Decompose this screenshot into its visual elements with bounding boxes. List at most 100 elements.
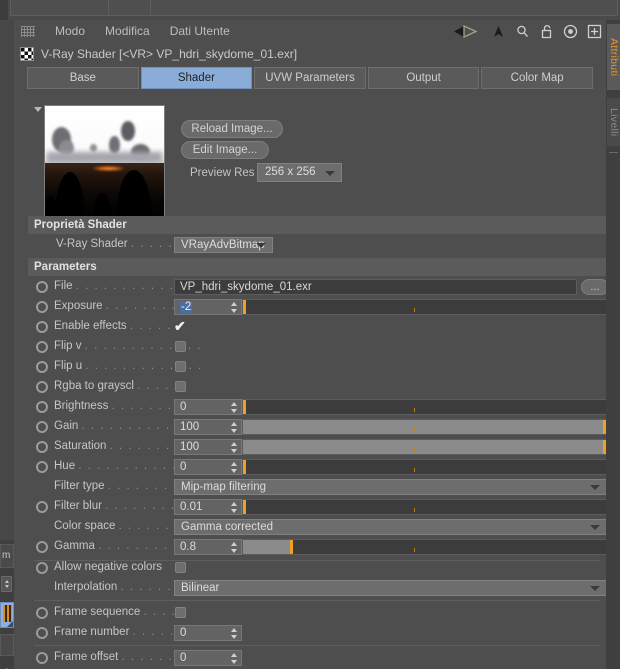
left-edge-field[interactable]: m (0, 544, 14, 568)
chevron-down-icon (325, 170, 335, 176)
flip-v-keyframe-icon[interactable] (36, 341, 48, 353)
gamma-keyframe-icon[interactable] (36, 541, 48, 553)
file-input[interactable]: VP_hdri_skydome_01.exr (174, 279, 577, 295)
preview-res-dropdown[interactable]: 256 x 256 (257, 163, 342, 182)
tab-color-map[interactable]: Color Map (481, 67, 593, 89)
slider-handle[interactable] (243, 460, 246, 474)
lock-icon[interactable] (539, 24, 554, 39)
gamma-label: Gamma (54, 540, 95, 552)
enable-effects-checkbox[interactable]: ✔ (174, 319, 186, 333)
color-space-dropdown[interactable]: Gamma corrected (174, 519, 607, 535)
slider-fill (243, 420, 606, 434)
saturation-slider[interactable] (242, 439, 607, 455)
gamma-value: 0.8 (180, 541, 196, 553)
left-edge-slot[interactable] (0, 634, 14, 656)
saturation-keyframe-icon[interactable] (36, 441, 48, 453)
file-browse-button[interactable]: ... (581, 279, 609, 295)
hue-input[interactable]: 0 (174, 459, 242, 475)
tab-uvw-parameters[interactable]: UVW Parameters (254, 67, 366, 89)
file-keyframe-icon[interactable] (36, 281, 48, 293)
up-arrow-icon[interactable] (491, 24, 506, 39)
menu-item-dati-utente[interactable]: Dati Utente (160, 20, 240, 42)
hue-slider[interactable] (242, 459, 607, 475)
slider-handle[interactable] (243, 500, 246, 514)
rgba-grayscale-keyframe-icon[interactable] (36, 381, 48, 393)
add-panel-icon[interactable] (587, 24, 602, 39)
slider-tick (413, 407, 415, 412)
gain-label: Gain (54, 420, 79, 432)
allow-negative-checkbox[interactable] (175, 562, 186, 573)
grip-dots-icon[interactable] (21, 25, 35, 37)
enable-effects-keyframe-icon[interactable] (36, 321, 48, 333)
tab-shader[interactable]: Shader (140, 67, 253, 89)
exposure-slider[interactable] (242, 299, 607, 315)
slider-handle[interactable] (290, 540, 294, 554)
spinner-arrows-icon[interactable] (230, 461, 238, 474)
flip-v-label: Flip v (54, 340, 82, 352)
row-frame-offset: Frame offset . . . . . . . . 0 (28, 648, 606, 668)
exposure-input[interactable]: -2 (174, 299, 242, 315)
edit-image-button[interactable]: Edit Image... (181, 141, 269, 159)
frame-number-input[interactable]: 0 (174, 625, 242, 641)
material-thumbnail-icon[interactable] (0, 602, 14, 628)
tab-base[interactable]: Base (27, 67, 139, 89)
hdri-preview-thumbnail[interactable] (44, 105, 165, 221)
toolbar-divider-2 (150, 0, 151, 16)
vertical-tab-livelli[interactable]: Livelli (607, 98, 620, 146)
spinner-arrows-icon[interactable] (230, 501, 238, 514)
flip-u-keyframe-icon[interactable] (36, 361, 48, 373)
interpolation-dropdown[interactable]: Bilinear (174, 580, 607, 596)
menu-item-modifica[interactable]: Modifica (95, 20, 160, 42)
spinner-arrows-icon[interactable] (1, 576, 12, 592)
gain-slider[interactable] (242, 419, 607, 435)
vray-shader-dropdown[interactable]: VRayAdvBitmap (174, 237, 273, 253)
spinner-arrows-icon[interactable] (230, 401, 238, 414)
toolbar-left-edge (0, 0, 8, 20)
slider-handle[interactable] (243, 300, 246, 314)
tab-output[interactable]: Output (367, 67, 480, 89)
hue-keyframe-icon[interactable] (36, 461, 48, 473)
brightness-keyframe-icon[interactable] (36, 401, 48, 413)
gain-input[interactable]: 100 (174, 419, 242, 435)
spinner-arrows-icon[interactable] (230, 441, 238, 454)
flip-v-checkbox[interactable] (175, 341, 186, 352)
search-icon[interactable] (515, 24, 530, 39)
menu-item-modo[interactable]: Modo (45, 20, 95, 42)
gamma-input[interactable]: 0.8 (174, 539, 242, 555)
spinner-arrows-icon[interactable] (230, 301, 238, 314)
brightness-input[interactable]: 0 (174, 399, 242, 415)
undo-redo-arrow-icon[interactable] (452, 24, 482, 39)
saturation-input[interactable]: 100 (174, 439, 242, 455)
vertical-tab-attributi[interactable]: Attributi (607, 24, 620, 90)
preview-cloud (90, 143, 98, 152)
chevron-down-icon (590, 586, 600, 591)
frame-offset-input[interactable]: 0 (174, 650, 242, 666)
rgba-grayscale-checkbox[interactable] (175, 381, 186, 392)
exposure-keyframe-icon[interactable] (36, 301, 48, 313)
preview-sun-glow (92, 166, 124, 172)
gamma-slider[interactable] (242, 539, 607, 555)
gain-keyframe-icon[interactable] (36, 421, 48, 433)
spinner-arrows-icon[interactable] (230, 627, 238, 640)
target-icon[interactable] (563, 24, 578, 39)
filter-blur-slider[interactable] (242, 499, 607, 515)
reload-image-button[interactable]: Reload Image... (181, 120, 283, 138)
brightness-slider[interactable] (242, 399, 607, 415)
filter-blur-input[interactable]: 0.01 (174, 499, 242, 515)
collapse-triangle-icon[interactable] (34, 107, 42, 112)
frame-offset-keyframe-icon[interactable] (36, 652, 48, 664)
spinner-arrows-icon[interactable] (230, 541, 238, 554)
slider-handle[interactable] (243, 400, 246, 414)
spinner-arrows-icon[interactable] (230, 652, 238, 665)
frame-sequence-checkbox[interactable] (175, 607, 186, 618)
filter-type-dropdown[interactable]: Mip-map filtering (174, 479, 607, 495)
allow-negative-keyframe-icon[interactable] (36, 562, 48, 574)
flip-u-checkbox[interactable] (175, 361, 186, 372)
file-label: File (54, 280, 73, 292)
menu-icon-group (452, 20, 602, 42)
spinner-arrows-icon[interactable] (230, 421, 238, 434)
frame-number-keyframe-icon[interactable] (36, 627, 48, 639)
frame-sequence-keyframe-icon[interactable] (36, 607, 48, 619)
filter-blur-keyframe-icon[interactable] (36, 501, 48, 513)
toolbar-bar[interactable] (10, 0, 618, 16)
